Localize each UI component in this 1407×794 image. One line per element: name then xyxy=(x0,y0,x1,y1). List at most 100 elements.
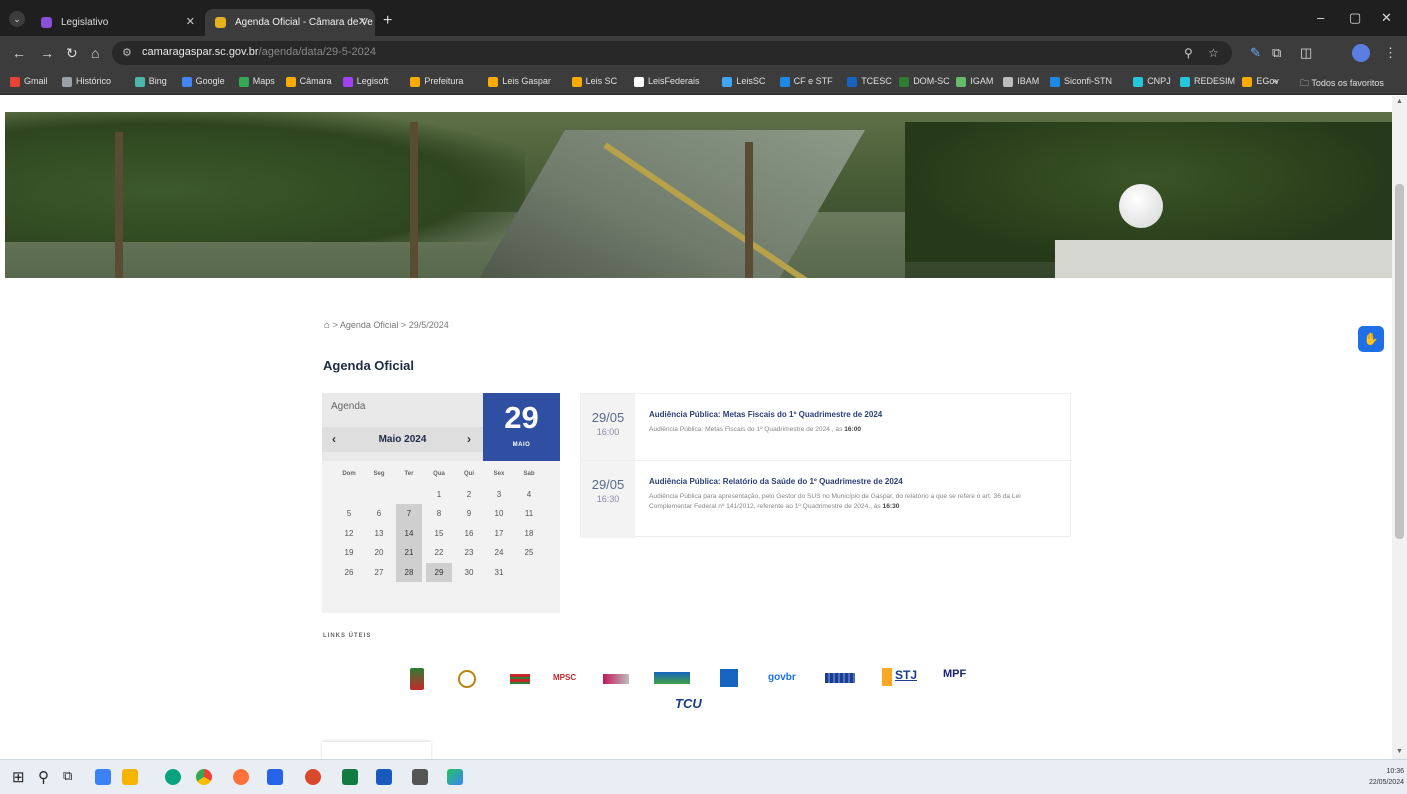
back-arrow-icon[interactable]: ← xyxy=(12,45,26,61)
bookmark-star-icon[interactable]: ☆ xyxy=(1208,46,1219,60)
next-month-chevron-icon[interactable]: › xyxy=(467,432,471,446)
calendar-day[interactable]: 3 xyxy=(486,485,512,505)
bookmark-item[interactable]: LeisFederais xyxy=(634,76,700,87)
calendar-day[interactable]: 23 xyxy=(456,543,482,563)
calendar-day[interactable]: 21 xyxy=(396,543,422,563)
close-tab-icon[interactable]: ✕ xyxy=(186,9,195,36)
calendar-day[interactable]: 9 xyxy=(456,504,482,524)
calendar-day[interactable]: 1 xyxy=(426,485,452,505)
scroll-down-icon[interactable]: ▼ xyxy=(1396,748,1403,755)
bookmark-item[interactable]: Siconfi-STN xyxy=(1050,76,1112,87)
calendar-day[interactable]: 10 xyxy=(486,504,512,524)
bookmark-item[interactable]: LeisSC xyxy=(722,76,765,87)
event-item[interactable]: 29/05 16:30 Audiência Pública: Relatório… xyxy=(581,461,1072,538)
tab-search-button[interactable]: ⌄ xyxy=(9,11,25,27)
scroll-up-icon[interactable]: ▲ xyxy=(1396,98,1403,105)
partner-banner-icon[interactable] xyxy=(654,672,690,684)
calendar-day[interactable]: 25 xyxy=(516,543,542,563)
minimize-icon[interactable]: – xyxy=(1317,10,1324,25)
windows-start-icon[interactable]: ⊞ xyxy=(12,768,25,786)
extension-pen-icon[interactable]: ✎ xyxy=(1250,45,1261,61)
restore-icon[interactable]: ▢ xyxy=(1349,10,1361,26)
bookmark-item[interactable]: DOM-SC xyxy=(899,76,950,87)
bookmark-item[interactable]: Leis SC xyxy=(571,76,617,87)
bookmark-item[interactable]: Câmara xyxy=(285,76,332,87)
new-tab-plus-icon[interactable]: + xyxy=(383,13,392,29)
calendar-day[interactable]: 27 xyxy=(366,563,392,583)
calendar-day[interactable]: 5 xyxy=(336,504,362,524)
event-title-link[interactable]: Audiência Pública: Metas Fiscais do 1º Q… xyxy=(649,410,882,419)
calendar-day[interactable]: 24 xyxy=(486,543,512,563)
word-icon[interactable] xyxy=(376,769,392,785)
calendar-day[interactable]: 30 xyxy=(456,563,482,583)
profile-avatar[interactable] xyxy=(1352,44,1370,62)
app-icon[interactable] xyxy=(95,769,111,785)
reload-icon[interactable]: ↻ xyxy=(66,45,78,61)
calendar-day[interactable]: 14 xyxy=(396,523,422,543)
bookmark-item[interactable]: Leis Gaspar xyxy=(488,76,551,87)
partner-blue-logo-icon[interactable] xyxy=(825,673,855,683)
calendar-day[interactable]: 22 xyxy=(426,543,452,563)
calendar-day[interactable]: 6 xyxy=(366,504,392,524)
scrollbar-thumb[interactable] xyxy=(1395,184,1404,539)
bookmark-item[interactable]: IGAM xyxy=(956,76,993,87)
bookmark-item[interactable]: CF e STF xyxy=(779,76,833,87)
side-panel-icon[interactable]: ◫ xyxy=(1300,45,1312,61)
breadcrumb-agenda-link[interactable]: Agenda Oficial xyxy=(340,320,399,330)
calendar-day[interactable]: 28 xyxy=(396,562,422,582)
address-bar[interactable]: ⚙ camaragaspar.sc.gov.br/agenda/data/29-… xyxy=(112,41,1232,65)
stj-logo[interactable]: STJ xyxy=(895,668,917,682)
calendar-day[interactable]: 18 xyxy=(516,524,542,544)
bookmark-item[interactable]: Histórico xyxy=(62,76,111,87)
system-clock[interactable]: 10:36 22/05/2024 xyxy=(1350,766,1404,788)
site-info-icon[interactable]: ⚙ xyxy=(122,46,132,59)
bookmark-item[interactable]: Bing xyxy=(134,76,167,87)
gaspar-crest-icon[interactable] xyxy=(410,668,424,690)
calendar-day[interactable]: 11 xyxy=(516,504,542,524)
breadcrumb-home-icon[interactable]: ⌂ xyxy=(324,320,330,331)
bookmarks-overflow-icon[interactable]: » xyxy=(1272,76,1278,87)
calendar-day[interactable]: 16 xyxy=(456,524,482,544)
govbr-logo[interactable]: govbr xyxy=(768,672,796,683)
bookmark-item[interactable]: REDESIM xyxy=(1180,76,1235,87)
chrome-browser-icon[interactable] xyxy=(196,769,212,785)
home-icon[interactable]: ⌂ xyxy=(91,45,99,61)
browser-tab-agenda[interactable]: Agenda Oficial - Câmara de Ve ✕ xyxy=(205,9,375,36)
mpf-logo[interactable]: MPF xyxy=(943,668,966,680)
powerpoint-icon[interactable] xyxy=(305,769,321,785)
app-icon[interactable] xyxy=(447,769,463,785)
browser-tab-legislativo[interactable]: Legislativo ✕ xyxy=(31,9,203,36)
bookmark-item[interactable]: IBAM xyxy=(1003,76,1039,87)
close-tab-icon[interactable]: ✕ xyxy=(358,9,367,36)
edge-browser-icon[interactable] xyxy=(165,769,181,785)
task-view-icon[interactable]: ⧉ xyxy=(63,768,72,784)
excel-icon[interactable] xyxy=(342,769,358,785)
bookmark-item[interactable]: CNPJ xyxy=(1133,76,1171,87)
state-seal-icon[interactable] xyxy=(458,670,476,688)
close-window-icon[interactable]: ✕ xyxy=(1381,10,1392,26)
calendar-day[interactable]: 31 xyxy=(486,563,512,583)
calendar-day[interactable]: 26 xyxy=(336,563,362,583)
stj-mark-icon[interactable] xyxy=(882,668,892,686)
calendar-day[interactable]: 8 xyxy=(426,504,452,524)
event-title-link[interactable]: Audiência Pública: Relatório da Saúde do… xyxy=(649,477,903,486)
calendar-day[interactable]: 7 xyxy=(396,504,422,524)
search-icon[interactable]: ⚲ xyxy=(38,768,49,786)
bookmark-item[interactable]: Maps xyxy=(238,76,275,87)
calendar-day[interactable]: 17 xyxy=(486,524,512,544)
forward-arrow-icon[interactable]: → xyxy=(40,45,54,61)
calendar-day[interactable]: 13 xyxy=(366,524,392,544)
page-scrollbar[interactable]: ▲ ▼ xyxy=(1392,96,1407,759)
bookmark-item[interactable]: Legisoft xyxy=(342,76,388,87)
outlook-icon[interactable] xyxy=(267,769,283,785)
event-item[interactable]: 29/05 16:00 Audiência Pública: Metas Fis… xyxy=(581,394,1072,460)
calendar-day[interactable]: 20 xyxy=(366,543,392,563)
zoom-icon[interactable]: ⚲ xyxy=(1184,46,1193,60)
calendar-day[interactable]: 19 xyxy=(336,543,362,563)
firefox-browser-icon[interactable] xyxy=(233,769,249,785)
bookmark-item[interactable]: TCESC xyxy=(847,76,892,87)
calendar-day[interactable]: 15 xyxy=(426,524,452,544)
mpsc-logo[interactable]: MPSC xyxy=(553,673,576,682)
bookmark-item[interactable]: Google xyxy=(181,76,225,87)
extensions-puzzle-icon[interactable]: ⧉ xyxy=(1272,45,1281,61)
